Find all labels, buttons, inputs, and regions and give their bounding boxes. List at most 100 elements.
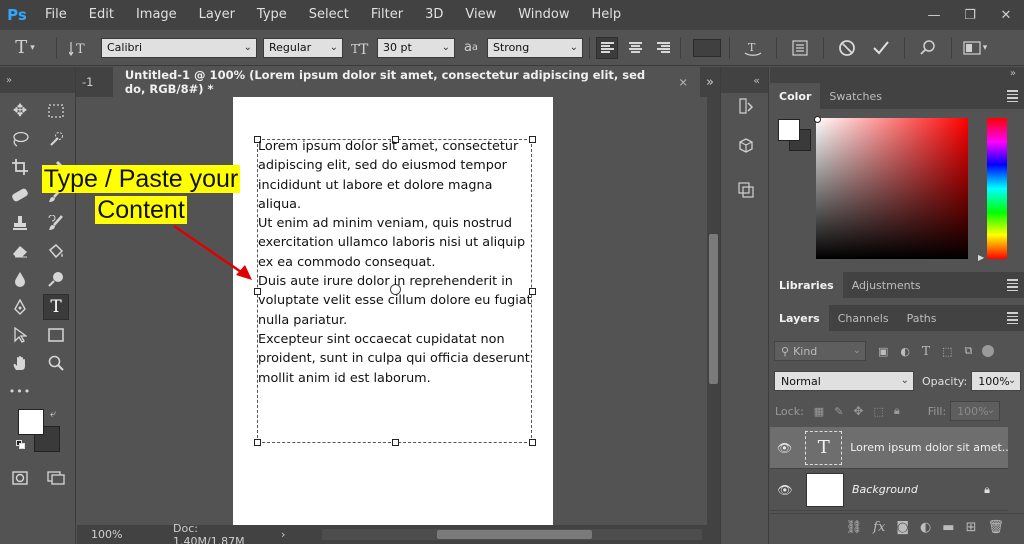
tab-paths[interactable]: Paths — [898, 305, 946, 331]
tab-previous-document[interactable]: -1 — [76, 67, 113, 97]
layer-name[interactable]: Lorem ipsum dolor sit amet... — [850, 441, 1008, 454]
panel-menu-icon[interactable] — [1007, 90, 1018, 102]
minimize-button[interactable]: — — [916, 8, 952, 23]
filter-toggle-icon[interactable] — [982, 345, 995, 357]
adjustment-layer-icon[interactable]: ◐ — [920, 520, 931, 535]
menu-help[interactable]: Help — [581, 0, 633, 30]
healing-brush-tool-icon[interactable] — [7, 182, 33, 208]
expand-chevron-icon[interactable]: « — [753, 74, 760, 87]
menu-view[interactable]: View — [454, 0, 507, 30]
zoom-level[interactable]: 100% — [77, 528, 133, 541]
tab-adjustments[interactable]: Adjustments — [843, 272, 930, 298]
move-tool-icon[interactable]: ✥ — [7, 98, 33, 124]
blend-mode-select[interactable]: Normal ⌄ — [774, 371, 914, 391]
close-button[interactable]: ✕ — [988, 8, 1024, 23]
blur-tool-icon[interactable] — [7, 266, 33, 292]
canvas-horizontal-scrollbar[interactable] — [322, 529, 702, 540]
more-tools-icon[interactable]: ••• — [7, 378, 33, 404]
layer-kind-filter[interactable]: ⚲ Kind ⌄ — [774, 341, 866, 361]
lock-image-icon[interactable]: ✎ — [834, 405, 843, 418]
menu-select[interactable]: Select — [298, 0, 360, 30]
horizontal-scroll-thumb[interactable] — [437, 530, 592, 539]
align-left-button[interactable] — [596, 36, 618, 59]
layer-comps-icon[interactable] — [735, 179, 757, 201]
add-mask-icon[interactable]: ◙ — [896, 520, 909, 535]
path-selection-tool-icon[interactable] — [7, 322, 33, 348]
menu-layer[interactable]: Layer — [188, 0, 246, 30]
right-dock-header[interactable]: » — [770, 67, 1024, 83]
color-panel-foreground-swatch[interactable] — [778, 119, 800, 141]
history-panel-icon[interactable] — [735, 95, 757, 117]
tools-panel-header[interactable]: » — [0, 67, 75, 93]
filter-pixel-icon[interactable]: ▣ — [878, 345, 888, 358]
canvas-vertical-scrollbar[interactable] — [707, 97, 720, 525]
resize-handle-bottom-left[interactable] — [254, 439, 261, 446]
quick-mask-icon[interactable] — [7, 465, 33, 491]
menu-window[interactable]: Window — [507, 0, 580, 30]
tab-channels[interactable]: Channels — [829, 305, 898, 331]
warp-text-icon[interactable]: T — [736, 40, 770, 56]
color-picker-field[interactable] — [816, 118, 968, 259]
menu-3d[interactable]: 3D — [414, 0, 454, 30]
panel-menu-icon[interactable] — [1007, 312, 1018, 324]
new-group-icon[interactable]: ▬ — [942, 520, 954, 535]
align-right-button[interactable] — [652, 37, 674, 59]
resize-handle-bottom[interactable] — [392, 439, 399, 446]
font-style-select[interactable]: Regular ⌄ — [263, 37, 343, 58]
menu-edit[interactable]: Edit — [78, 0, 125, 30]
search-icon[interactable] — [911, 39, 945, 56]
default-colors-icon[interactable] — [16, 440, 25, 449]
hue-slider-indicator-icon[interactable]: ▶ — [978, 253, 984, 262]
link-layers-icon[interactable]: ⛓︎ — [846, 520, 863, 535]
commit-checkmark-icon[interactable] — [864, 40, 898, 56]
layer-row-background[interactable]: 👁︎ Background 🔒︎ — [770, 469, 1008, 511]
vertical-scroll-thumb[interactable] — [709, 234, 718, 384]
lock-position-icon[interactable]: ✥ — [853, 404, 863, 418]
hue-slider[interactable] — [987, 118, 1007, 259]
pen-tool-icon[interactable] — [7, 294, 33, 320]
swap-colors-icon[interactable]: ⤶ — [50, 407, 56, 421]
opacity-input[interactable]: 100% ⌄ — [971, 371, 1022, 391]
lasso-tool-icon[interactable] — [7, 126, 33, 152]
character-panel-icon[interactable] — [783, 39, 817, 56]
lock-all-icon[interactable]: 🔒︎ — [894, 404, 900, 418]
menu-image[interactable]: Image — [125, 0, 188, 30]
layer-name[interactable]: Background — [852, 483, 918, 496]
status-menu-arrow-icon[interactable]: › — [281, 528, 285, 541]
dodge-tool-icon[interactable] — [43, 266, 69, 292]
rectangle-tool-icon[interactable] — [43, 322, 69, 348]
crop-tool-icon[interactable] — [7, 154, 33, 180]
foreground-color-swatch[interactable] — [18, 409, 44, 435]
type-tool-icon[interactable]: T — [43, 294, 69, 320]
visibility-eye-icon[interactable]: 👁︎ — [770, 441, 799, 455]
lock-transparent-icon[interactable]: ▦ — [814, 405, 824, 418]
tab-swatches[interactable]: Swatches — [820, 83, 891, 109]
filter-adjustment-icon[interactable]: ◐ — [900, 345, 910, 358]
eraser-tool-icon[interactable] — [7, 238, 33, 264]
delete-layer-icon[interactable]: 🗑︎ — [987, 520, 1004, 535]
layer-style-icon[interactable]: fx — [873, 520, 885, 535]
layer-lock-icon[interactable]: 🔒︎ — [984, 483, 990, 497]
zoom-tool-icon[interactable] — [43, 350, 69, 376]
tab-color[interactable]: Color — [770, 83, 821, 109]
font-family-select[interactable]: Calibri ⌄ — [101, 37, 257, 58]
panel-strip-header[interactable]: « — [721, 67, 768, 93]
text-orientation-icon[interactable]: T — [63, 40, 95, 56]
menu-filter[interactable]: Filter — [360, 0, 414, 30]
filter-type-icon[interactable]: T — [922, 344, 930, 358]
layer-row-text[interactable]: 👁︎ T Lorem ipsum dolor sit amet... — [770, 427, 1008, 469]
visibility-eye-icon[interactable]: 👁︎ — [770, 483, 800, 497]
color-picker-cursor[interactable] — [814, 116, 821, 123]
marquee-tool-icon[interactable] — [43, 98, 69, 124]
menu-type[interactable]: Type — [246, 0, 298, 30]
collapse-chevron-icon[interactable]: » — [6, 75, 12, 86]
tab-untitled-1[interactable]: Untitled-1 @ 100% (Lorem ipsum dolor sit… — [112, 67, 701, 97]
tab-libraries[interactable]: Libraries — [770, 272, 843, 298]
paint-bucket-tool-icon[interactable] — [43, 238, 69, 264]
align-center-button[interactable] — [624, 37, 646, 59]
fill-input[interactable]: 100% ⌄ — [950, 401, 1001, 421]
hand-tool-icon[interactable] — [7, 350, 33, 376]
workspace-icon[interactable]: ▾ — [958, 40, 992, 56]
tab-overflow-icon[interactable]: » — [700, 67, 720, 97]
text-color-swatch[interactable] — [693, 38, 721, 57]
